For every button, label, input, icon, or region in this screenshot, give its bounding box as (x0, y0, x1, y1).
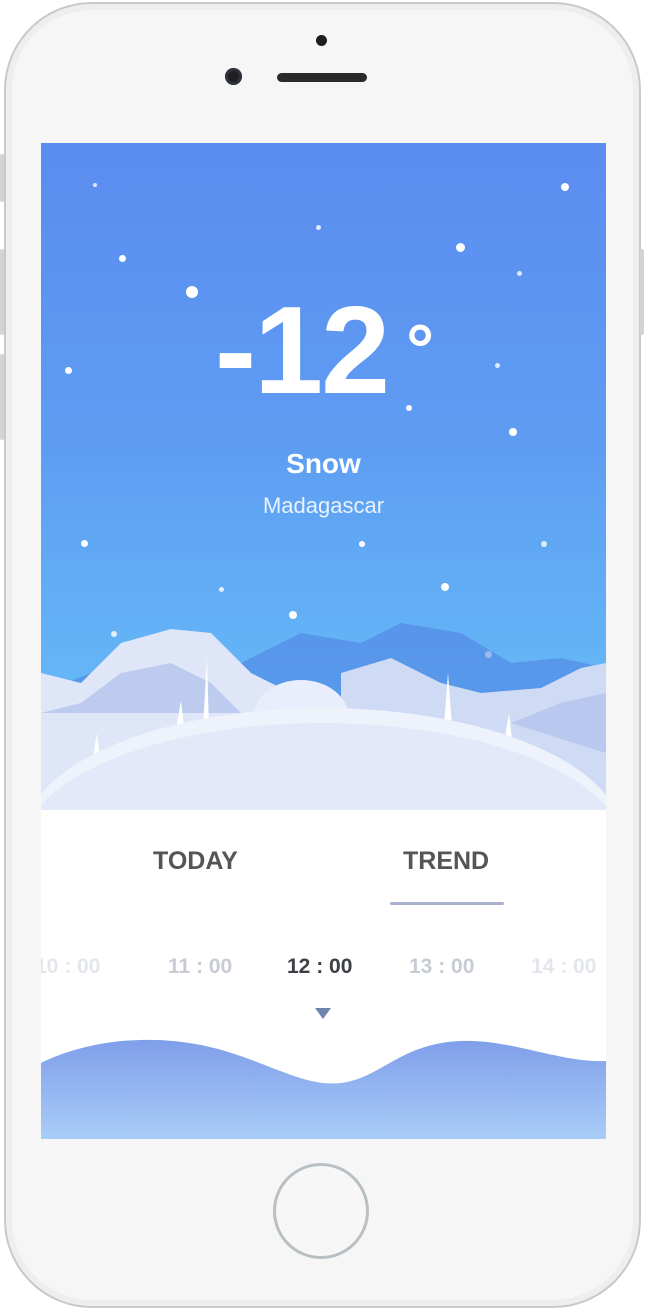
hour-item[interactable]: 13 : 00 (409, 955, 474, 979)
app-screen: -12 ° Snow Madagascar TODAY TREND 10 : 00 (41, 143, 606, 1139)
tab-today[interactable]: TODAY (153, 847, 238, 876)
snowflake (219, 587, 224, 592)
hour-item[interactable]: 11 : 00 (168, 955, 232, 979)
location-label: Madagascar (262, 493, 385, 518)
proximity-sensor-icon (316, 35, 327, 46)
camera-icon (225, 68, 242, 85)
snowflake (456, 243, 465, 252)
temperature-wave-chart (41, 1039, 606, 1139)
snowflake (81, 540, 88, 547)
temperature-display: -12 ° (41, 289, 606, 413)
snowflake (93, 183, 97, 187)
side-button-volume-up[interactable] (0, 249, 4, 335)
degree-symbol: ° (406, 310, 434, 388)
snowflake (119, 255, 126, 262)
side-button-volume-down[interactable] (0, 354, 4, 440)
hour-item[interactable]: 14 : 00 (531, 955, 596, 979)
snowflake (517, 271, 522, 276)
weather-condition: Snow (286, 448, 361, 479)
temperature-value: -12 (214, 282, 390, 420)
side-button-mute[interactable] (0, 154, 4, 202)
wave-area (41, 1039, 606, 1139)
snowflake (509, 428, 517, 436)
speaker-icon (277, 73, 367, 82)
snowflake (316, 225, 321, 230)
hour-item[interactable]: 10 : 00 (41, 955, 100, 979)
caret-down-icon (315, 1008, 331, 1019)
tab-active-indicator (390, 902, 504, 905)
tab-trend[interactable]: TREND (403, 847, 489, 876)
snowflake (561, 183, 569, 191)
side-button-power[interactable] (640, 249, 644, 335)
home-button-icon[interactable] (273, 1163, 369, 1259)
hour-item-selected[interactable]: 12 : 00 (287, 955, 352, 979)
sky-background: -12 ° Snow Madagascar (41, 143, 606, 813)
snowflake (441, 583, 449, 591)
snowflake (541, 541, 547, 547)
snowflake (359, 541, 365, 547)
snowy-landscape-illustration (41, 623, 606, 813)
